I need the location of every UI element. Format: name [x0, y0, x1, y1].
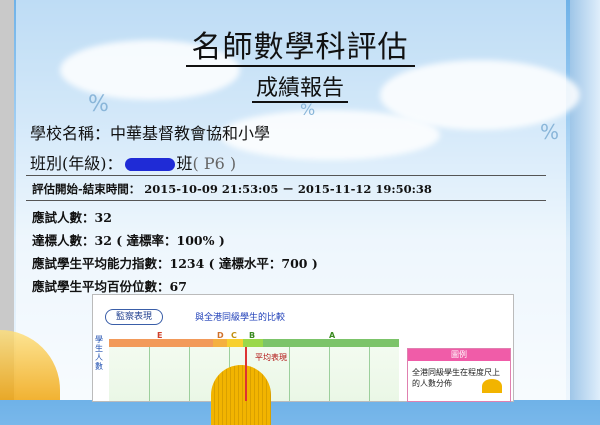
monitor-performance-button[interactable]: 監察表現 — [105, 309, 163, 325]
school-name-line: 學校名稱：中華基督教會協和小學 — [30, 124, 271, 143]
divider — [26, 175, 546, 176]
stat-ability-index: 應試學生平均能力指數：1234 ( 達標水平：700 ) — [32, 256, 318, 271]
grid-line — [329, 347, 330, 401]
average-marker-line — [245, 347, 247, 401]
grid-line — [369, 347, 370, 401]
band-c — [227, 339, 243, 347]
divider — [26, 200, 546, 201]
comparison-title: 與全港同級學生的比較 — [195, 313, 286, 323]
legend-box: 圖例 全港同級學生在程度尺上的人數分佈 — [407, 348, 511, 402]
average-label: 平均表現 — [255, 353, 287, 362]
stat-percentile: 應試學生平均百份位數：67 — [32, 279, 187, 294]
assessment-time-range: 評估開始-結束時間： 2015-10-09 21:53:05 － 2015-11… — [32, 182, 432, 196]
percent-decoration-icon: % — [540, 120, 560, 144]
y-axis-label: 學生人數 — [95, 335, 103, 371]
legend-bell-icon — [482, 379, 502, 393]
band-a — [263, 339, 399, 347]
band-b — [243, 339, 263, 347]
comparison-chart-panel: 監察表現 與全港同級學生的比較 學生人數 E D C B A 平均表現 圖例 全… — [92, 294, 514, 425]
grid-line — [289, 347, 290, 401]
grade-value: ( P6 ) — [192, 154, 237, 173]
distribution-bell-curve — [211, 365, 271, 425]
report-subtitle: 成績報告 — [0, 70, 600, 103]
stat-candidates: 應試人數：32 — [32, 210, 112, 225]
grid-line — [189, 347, 190, 401]
report-title: 名師數學科評估 — [0, 22, 600, 67]
stat-passed: 達標人數：32 ( 達標率：100% ) — [32, 233, 225, 248]
class-suffix: 班 — [176, 154, 193, 173]
legend-title: 圖例 — [408, 349, 510, 361]
band-label-d: D — [217, 331, 224, 340]
band-e — [109, 339, 213, 347]
grid-line — [149, 347, 150, 401]
redaction-scribble — [124, 158, 175, 171]
band-label-b: B — [249, 331, 256, 340]
band-label-c: C — [231, 331, 237, 340]
band-label-a: A — [329, 331, 336, 340]
class-label: 班別(年級)： — [30, 154, 123, 173]
band-label-e: E — [157, 331, 163, 340]
band-d — [213, 339, 227, 347]
class-line: 班別(年級)： 班( P6 ) — [30, 150, 236, 174]
